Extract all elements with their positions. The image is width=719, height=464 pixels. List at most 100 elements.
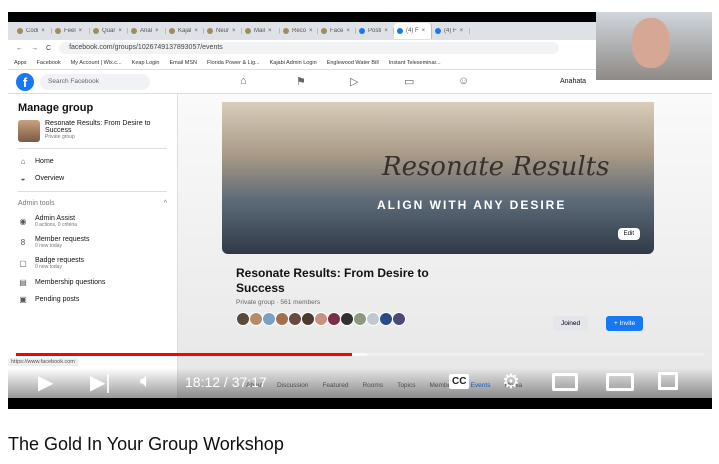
back-icon: ← (16, 44, 23, 52)
marketplace-icon: ▭ (404, 76, 415, 88)
facebook-search: Search Facebook (40, 73, 150, 90)
user-name: Anahata (560, 78, 587, 85)
tab-label: (4) F (444, 28, 457, 34)
sidebar-title: Manage group (18, 102, 94, 114)
group-meta: Private group · 561 members (236, 299, 321, 306)
sidebar-tool-item: ▣ Pending posts (18, 295, 167, 304)
browser-tab: Reco × (280, 28, 318, 34)
reload-icon: C (46, 44, 52, 52)
bookmark: Florida Power & Lig... (207, 59, 260, 66)
play-button[interactable]: ▶ (38, 370, 53, 395)
tab-label: Feel (64, 28, 76, 34)
member-avatar (262, 312, 276, 326)
fullscreen-button[interactable] (658, 372, 678, 390)
close-icon: × (118, 28, 122, 34)
group-name: Resonate Results: From Desire to Success (45, 120, 151, 134)
settings-gear-icon[interactable]: ⚙ (502, 369, 520, 394)
cover-tagline: ALIGN WITH ANY DESIRE (377, 198, 567, 212)
tool-label: Membership questions (35, 279, 106, 286)
browser-tab: Anal × (128, 28, 166, 34)
current-time: 18:12 (185, 374, 221, 390)
tool-label: Admin Assist (35, 215, 76, 222)
captions-button[interactable]: CC (449, 374, 470, 389)
video-player[interactable]: Codi × Feel × Quar × Anal × Kajal × Neur × Mail × Reco… (8, 12, 712, 409)
tab-favicon (169, 28, 175, 34)
next-button[interactable]: ▶| (90, 370, 111, 395)
tool-text: Membership questions (35, 279, 105, 286)
tab-label: (4) F (406, 28, 419, 34)
sidebar-item-home: ⌂ Home (18, 157, 167, 166)
member-avatar (392, 312, 406, 326)
tool-sub: 0 new today (35, 243, 62, 249)
close-icon: × (309, 28, 313, 34)
player-controls: ▶ ▶| 🔈︎ 18:12 / 37:17 CC ⚙ (8, 368, 712, 398)
group-selector: Resonate Results: From Desire to Success… (18, 120, 167, 149)
member-avatar (249, 312, 263, 326)
member-avatar (314, 312, 328, 326)
video-title: The Gold In Your Group Workshop (8, 434, 284, 454)
member-avatar (379, 312, 393, 326)
close-icon: × (421, 28, 426, 34)
bookmark: Kajabi Admin Login (269, 59, 317, 66)
tab-favicon (397, 28, 403, 34)
bookmark: Facebook (36, 59, 61, 66)
progress-bar[interactable] (16, 353, 704, 356)
bookmark: Email MSN (169, 59, 198, 66)
tab-favicon (17, 28, 23, 34)
tab-label: Face (330, 28, 344, 34)
tab-label: Reco (292, 28, 307, 34)
tab-label: Codi (26, 28, 39, 34)
label: Overview (35, 175, 65, 182)
member-avatar (236, 312, 250, 326)
forward-icon: → (31, 44, 38, 52)
member-avatar (275, 312, 289, 326)
group-thumbnail (18, 120, 40, 142)
bookmark: My Account | Wix.c... (70, 59, 122, 66)
member-avatar (340, 312, 354, 326)
tool-icon: ▤ (19, 278, 27, 287)
tool-icon: 8 (20, 238, 26, 247)
theater-mode-button[interactable] (606, 373, 634, 391)
tool-text: Member requests 0 new today (35, 236, 89, 249)
close-icon: × (78, 28, 83, 34)
browser-tab: Codi × (14, 28, 52, 34)
browser-tab: Mail × (242, 28, 280, 34)
browser-tab: Posti × (356, 28, 394, 34)
close-icon: × (459, 28, 464, 34)
joined-button: Joined (553, 316, 589, 331)
group-title: Resonate Results: From Desire to Success (236, 266, 429, 295)
member-avatar (353, 312, 367, 326)
url-field: facebook.com/groups/1026749137893057/eve… (59, 42, 560, 54)
member-avatar (288, 312, 302, 326)
tool-text: Pending posts (35, 296, 79, 303)
tab-favicon (55, 28, 61, 34)
volume-button[interactable]: 🔈︎ (140, 370, 152, 393)
sidebar-tool-item: ▤ Membership questions (18, 278, 167, 287)
close-icon: × (384, 28, 388, 34)
cover-photo: Resonate Results ALIGN WITH ANY DESIRE E… (222, 102, 654, 254)
tab-favicon (359, 28, 365, 34)
tab-favicon (321, 28, 327, 34)
presenter (632, 18, 670, 68)
close-icon: × (268, 28, 272, 34)
browser-tab: Neur × (204, 28, 242, 34)
miniplayer-button[interactable] (552, 373, 578, 391)
close-icon: × (41, 28, 45, 34)
member-avatar (366, 312, 380, 326)
browser-tab: Face × (318, 28, 356, 34)
tool-label: Member requests (35, 236, 90, 243)
tab-favicon (131, 28, 137, 34)
tab-favicon (245, 28, 251, 34)
chevron-up-icon: ^ (163, 200, 167, 207)
tab-label: Quar (102, 28, 116, 34)
time-separator: / (220, 374, 232, 390)
browser-tab: Quar × (90, 28, 128, 34)
close-icon: × (155, 28, 159, 34)
status-url: https://www.facebook.com (8, 358, 78, 366)
time-display: 18:12 / 37:17 (185, 374, 267, 390)
tool-icon: ▢ (19, 259, 27, 268)
tool-text: Admin Assist 0 actions, 0 criteria (35, 215, 77, 228)
home-icon: ⌂ (240, 75, 247, 87)
bookmark: Instant Teleseminar... (388, 59, 441, 66)
member-avatar (327, 312, 341, 326)
